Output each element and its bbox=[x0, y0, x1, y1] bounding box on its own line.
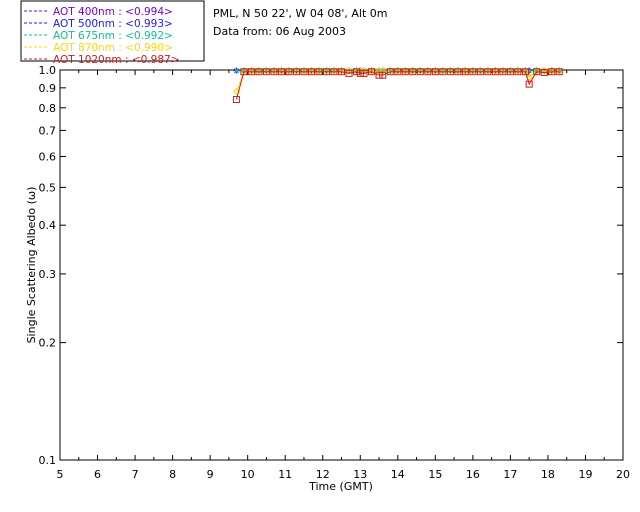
x-tick-label: 15 bbox=[428, 468, 442, 481]
y-tick-label: 0.5 bbox=[39, 181, 57, 194]
legend-label: AOT 1020nm : <0.987> bbox=[53, 54, 180, 66]
x-tick-label: 17 bbox=[503, 468, 517, 481]
x-tick-label: 18 bbox=[541, 468, 555, 481]
legend: AOT 400nm : <0.994>AOT 500nm : <0.993>AO… bbox=[20, 0, 205, 66]
x-tick-label: 16 bbox=[466, 468, 480, 481]
data-point bbox=[234, 69, 239, 73]
y-tick-label: 0.4 bbox=[39, 219, 57, 232]
y-axis-label: Single Scattering Albedo (ω) bbox=[25, 187, 38, 344]
legend-label: AOT 400nm : <0.994> bbox=[53, 6, 173, 18]
date-info: Data from: 06 Aug 2003 bbox=[213, 25, 346, 38]
y-tick-label: 0.3 bbox=[39, 268, 57, 281]
y-tick-label: 0.1 bbox=[39, 454, 57, 467]
x-tick-label: 9 bbox=[207, 468, 214, 481]
x-tick-label: 20 bbox=[616, 468, 630, 481]
legend-label: AOT 675nm : <0.992> bbox=[53, 30, 173, 42]
y-tick-label: 0.7 bbox=[39, 124, 57, 137]
x-tick-label: 8 bbox=[169, 468, 176, 481]
y-tick-label: 0.9 bbox=[39, 82, 57, 95]
x-tick-label: 5 bbox=[57, 468, 64, 481]
x-tick-label: 7 bbox=[132, 468, 139, 481]
x-tick-label: 11 bbox=[278, 468, 292, 481]
x-tick-label: 6 bbox=[94, 468, 101, 481]
x-tick-label: 10 bbox=[241, 468, 255, 481]
legend-label: AOT 500nm : <0.993> bbox=[53, 18, 173, 30]
x-tick-label: 19 bbox=[578, 468, 592, 481]
site-info: PML, N 50 22', W 04 08', Alt 0m bbox=[213, 7, 387, 20]
y-tick-label: 0.8 bbox=[39, 102, 57, 115]
chart-background bbox=[0, 0, 640, 512]
y-tick-label: 1.0 bbox=[39, 64, 57, 77]
y-tick-label: 0.6 bbox=[39, 151, 57, 164]
x-axis-label: Time (GMT) bbox=[308, 480, 373, 493]
sky-radiometer-albedo-chart: AOT 400nm : <0.994>AOT 500nm : <0.993>AO… bbox=[0, 0, 640, 512]
x-tick-label: 14 bbox=[391, 468, 405, 481]
y-tick-label: 0.2 bbox=[39, 337, 57, 350]
legend-label: AOT 870nm : <0.990> bbox=[53, 42, 173, 54]
